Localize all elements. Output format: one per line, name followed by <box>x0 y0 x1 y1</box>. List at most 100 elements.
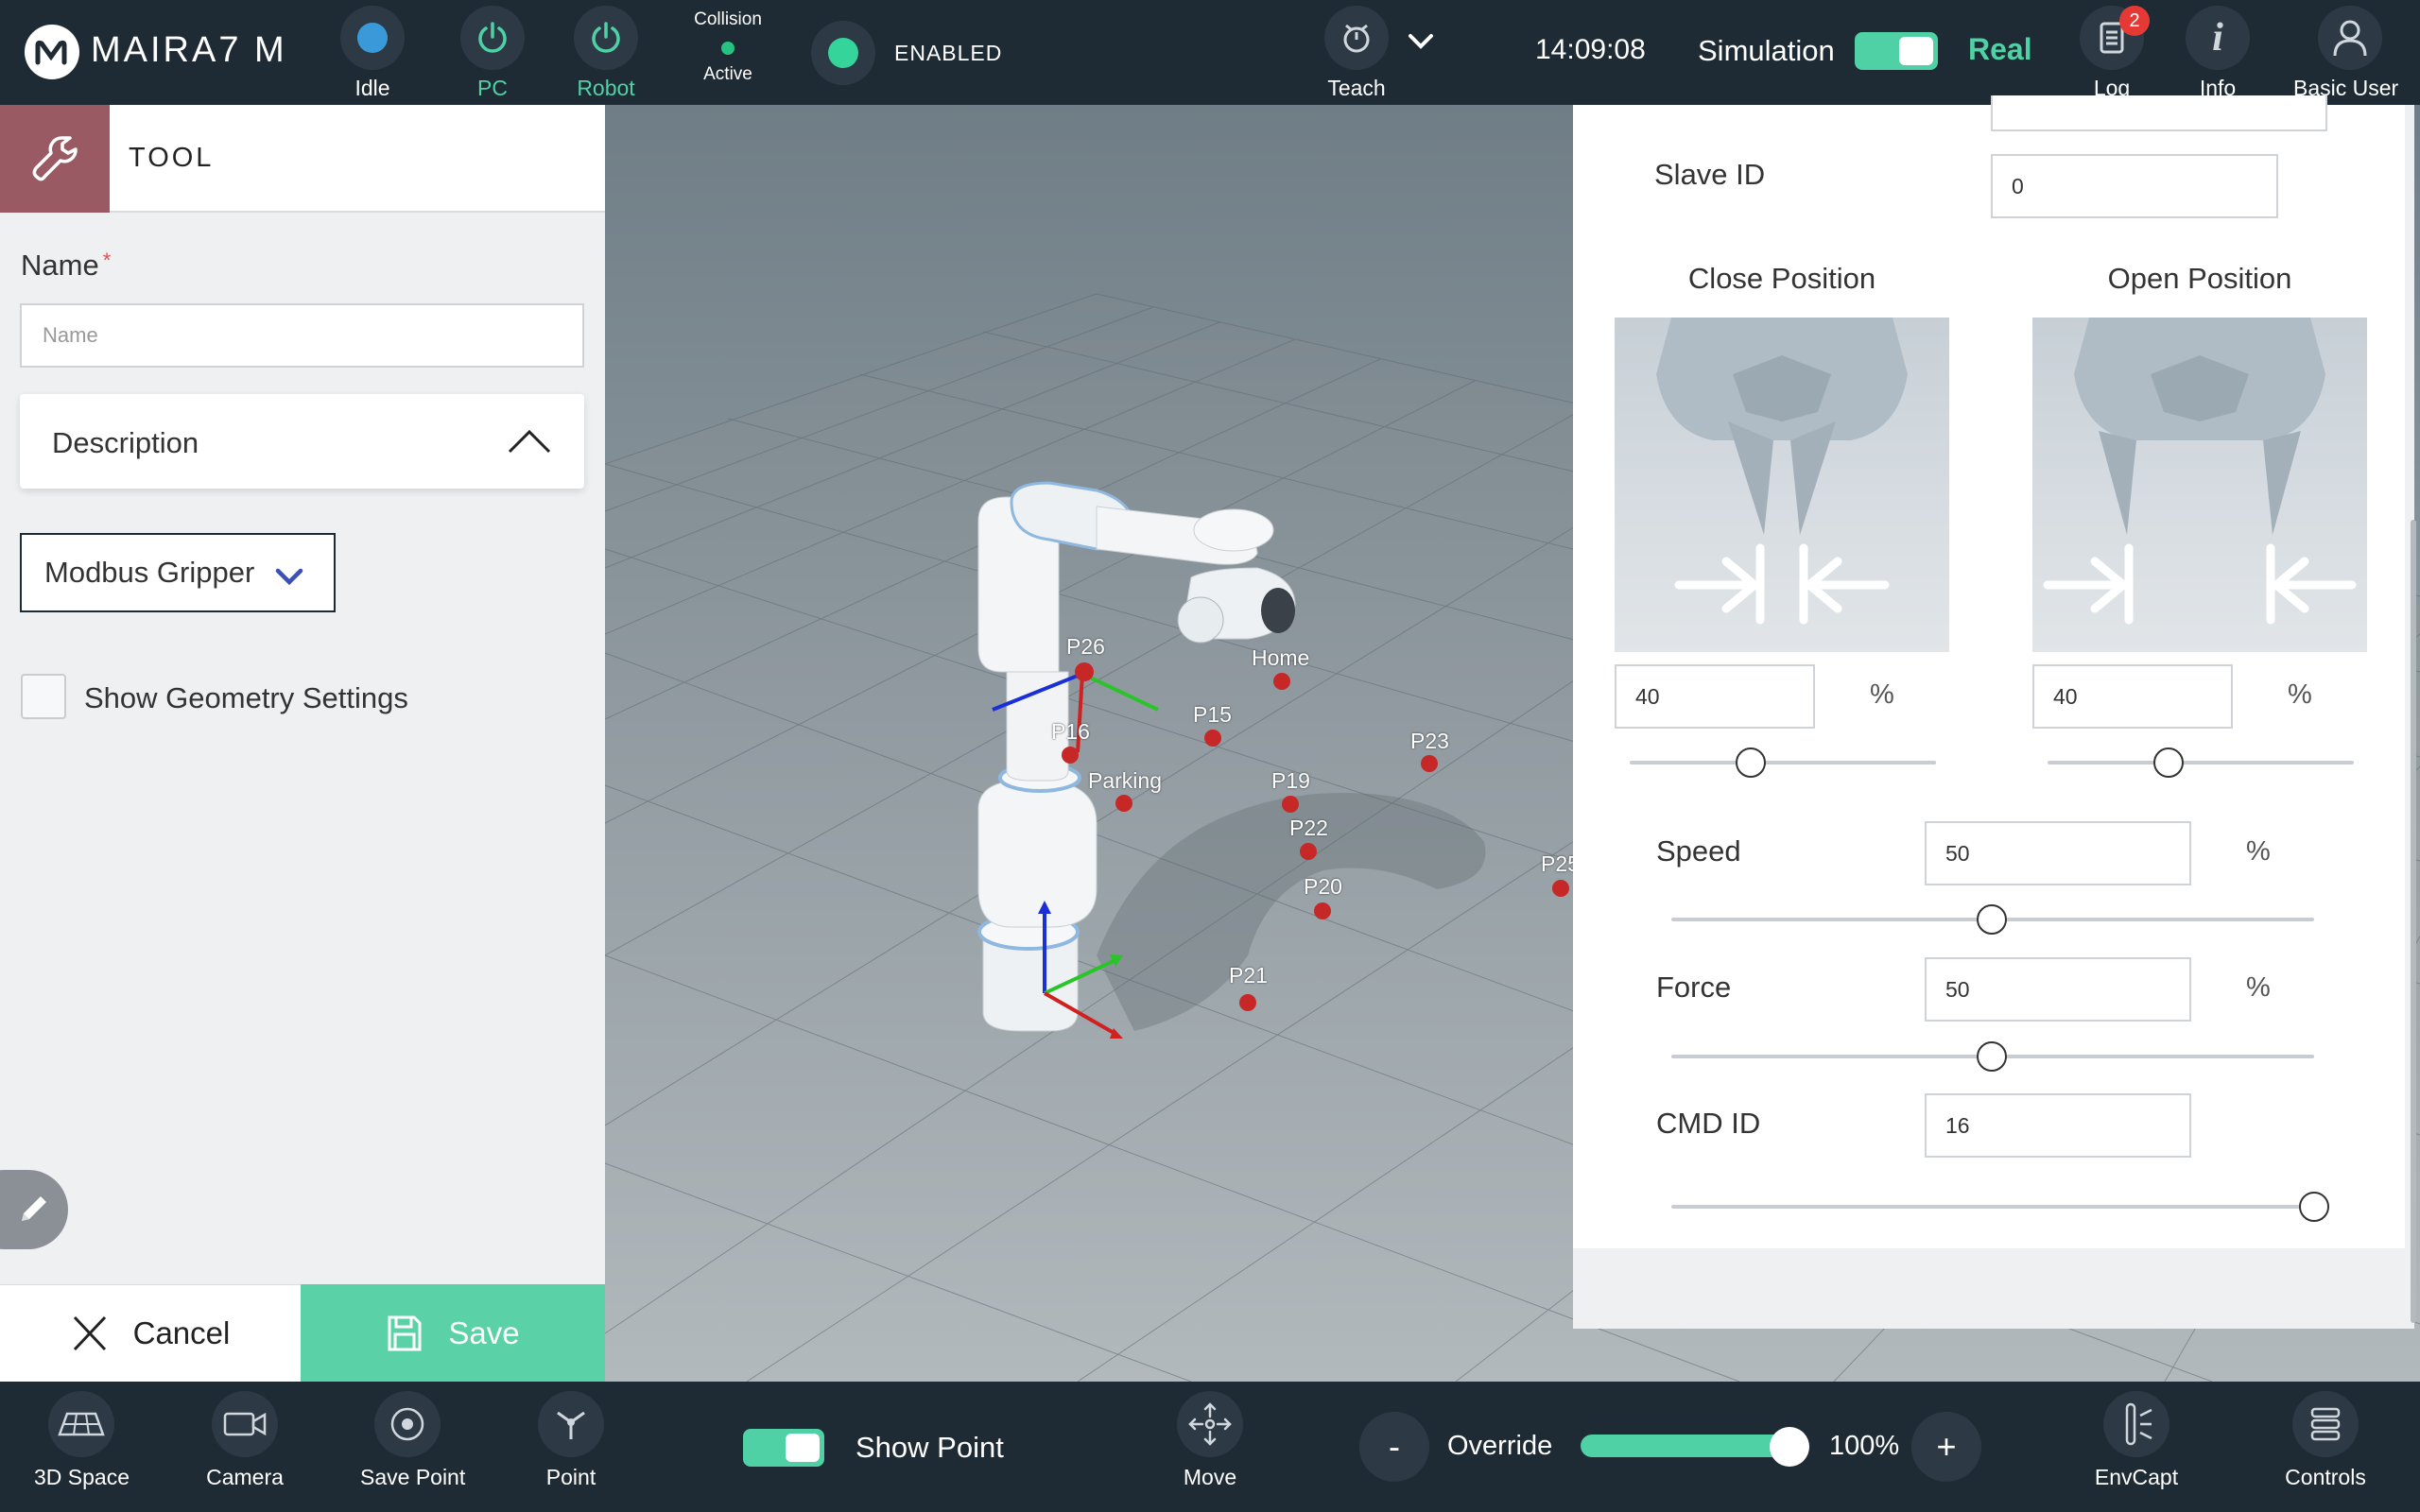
waypoint-label: P26 <box>1066 634 1105 659</box>
chevron-up-icon <box>507 428 552 459</box>
show-geometry-checkbox[interactable] <box>21 674 66 719</box>
target-icon <box>390 1407 424 1441</box>
tool-type-select[interactable]: Modbus Gripper <box>20 533 336 612</box>
idle-status-button[interactable]: Idle <box>335 6 410 101</box>
description-label: Description <box>52 426 199 459</box>
info-icon: i <box>2212 16 2223 60</box>
override-slider-thumb[interactable] <box>1770 1427 1809 1467</box>
gripper-settings-panel: Slave ID 0 Close Position Open Position <box>1573 95 2414 1329</box>
user-button[interactable]: Basic User <box>2293 6 2398 101</box>
close-position-input[interactable]: 40 <box>1615 664 1815 729</box>
show-point-label: Show Point <box>856 1431 1004 1464</box>
description-accordion[interactable]: Description <box>20 394 584 489</box>
envcapt-button[interactable]: EnvCapt <box>2089 1391 2184 1490</box>
override-value: 100% <box>1829 1431 1900 1461</box>
info-button[interactable]: i Info <box>2186 6 2250 101</box>
waypoint-label: P19 <box>1271 768 1310 793</box>
teach-dropdown-chevron-down-icon[interactable] <box>1405 25 1437 61</box>
cancel-button[interactable]: Cancel <box>0 1284 301 1382</box>
robot-power-button[interactable]: Robot <box>568 6 644 101</box>
power-icon <box>592 22 620 53</box>
save-button[interactable]: Save <box>301 1284 605 1382</box>
open-position-slider-track[interactable] <box>2048 761 2354 765</box>
edit-button[interactable] <box>0 1170 68 1249</box>
force-value: 50 <box>1945 976 1970 1002</box>
point-icon <box>557 1411 585 1439</box>
tool-panel-header: TOOL <box>0 105 605 213</box>
cmd-id-input[interactable]: 16 <box>1925 1093 2191 1158</box>
pc-status-label: PC <box>477 76 508 100</box>
controls-label: Controls <box>2285 1465 2366 1489</box>
enabled-indicator-icon <box>828 38 858 68</box>
close-icon <box>73 1315 106 1351</box>
force-input[interactable]: 50 <box>1925 957 2191 1022</box>
close-position-title: Close Position <box>1687 262 1876 295</box>
gripper-settings-card: Slave ID 0 Close Position Open Position <box>1573 95 2405 1248</box>
power-icon <box>478 22 507 53</box>
enabled-toggle[interactable]: ENABLED <box>811 21 1002 85</box>
user-icon <box>2333 20 2367 57</box>
robot-status-label: Robot <box>577 76 635 100</box>
cmd-id-slider-track[interactable] <box>1671 1205 2314 1209</box>
override-plus-button[interactable]: + <box>1911 1412 1981 1482</box>
pc-power-button[interactable]: PC <box>455 6 530 101</box>
tool-type-selected: Modbus Gripper <box>44 556 255 589</box>
point-button[interactable]: Point <box>524 1391 618 1490</box>
collision-status[interactable]: Collision Active <box>690 9 766 85</box>
envcapt-label: EnvCapt <box>2094 1465 2179 1489</box>
cmd-id-slider-thumb[interactable] <box>2299 1192 2329 1222</box>
simulation-label: Simulation <box>1698 34 1835 67</box>
close-position-slider-thumb[interactable] <box>1736 747 1766 778</box>
neura-logo-icon <box>25 25 79 79</box>
cancel-label: Cancel <box>132 1315 231 1350</box>
collision-state: Active <box>703 64 752 84</box>
show-geometry-label: Show Geometry Settings <box>84 681 408 714</box>
wrench-icon <box>0 105 110 213</box>
move-button[interactable]: Move <box>1172 1391 1248 1490</box>
waypoint-label: Home <box>1252 645 1310 670</box>
close-position-unit: % <box>1870 679 1894 710</box>
speed-slider-thumb[interactable] <box>1977 904 2007 935</box>
waypoint-label: P15 <box>1193 702 1232 727</box>
open-position-title: Open Position <box>2107 262 2292 295</box>
force-label: Force <box>1656 971 1732 1004</box>
waypoint-label: P23 <box>1410 729 1449 753</box>
minus-icon: - <box>1389 1427 1400 1466</box>
right-panel-scrollbar[interactable] <box>2411 520 2416 1323</box>
log-button[interactable]: 2 Log <box>2080 6 2150 101</box>
log-badge: 2 <box>2119 6 2150 36</box>
override-label: Override <box>1447 1431 1553 1461</box>
simulation-real-toggle[interactable] <box>1855 32 1938 70</box>
move-label: Move <box>1183 1465 1237 1489</box>
open-position-input[interactable]: 40 <box>2032 664 2233 729</box>
override-minus-button[interactable]: - <box>1359 1412 1429 1482</box>
3d-space-button[interactable]: 3D Space <box>34 1391 130 1490</box>
required-mark: * <box>102 249 112 272</box>
save-point-button[interactable]: Save Point <box>360 1391 465 1490</box>
show-point-toggle[interactable] <box>743 1429 824 1467</box>
teach-label: Teach <box>1327 76 1386 100</box>
open-position-value: 40 <box>2053 683 2078 709</box>
speed-unit: % <box>2246 836 2271 867</box>
teach-button[interactable]: Teach <box>1323 6 1390 101</box>
close-position-slider-track[interactable] <box>1630 761 1936 765</box>
open-position-slider-thumb[interactable] <box>2153 747 2184 778</box>
app-root: MAIRA7 M Idle PC Robot Collision Active … <box>0 0 2420 1512</box>
slave-id-label: Slave ID <box>1654 158 1766 191</box>
slave-id-input[interactable]: 0 <box>1991 154 2278 218</box>
name-input[interactable]: Name <box>20 303 584 368</box>
camera-button[interactable]: Camera <box>198 1391 292 1490</box>
bottom-bar: 3D Space Camera Save Point Point Show Po… <box>0 1382 2420 1512</box>
override-slider-track[interactable] <box>1581 1435 1790 1457</box>
waypoint-label: P22 <box>1289 816 1328 840</box>
close-position-image <box>1615 318 1949 652</box>
top-cut-input[interactable] <box>1991 95 2327 131</box>
cmd-id-label: CMD ID <box>1656 1107 1761 1140</box>
open-position-unit: % <box>2288 679 2312 710</box>
speed-input[interactable]: 50 <box>1925 821 2191 885</box>
idle-status-label: Idle <box>354 76 390 100</box>
controls-button[interactable]: Controls <box>2278 1391 2373 1490</box>
force-slider-thumb[interactable] <box>1977 1041 2007 1072</box>
collision-title: Collision <box>694 9 762 29</box>
controls-icon <box>2310 1407 2341 1441</box>
